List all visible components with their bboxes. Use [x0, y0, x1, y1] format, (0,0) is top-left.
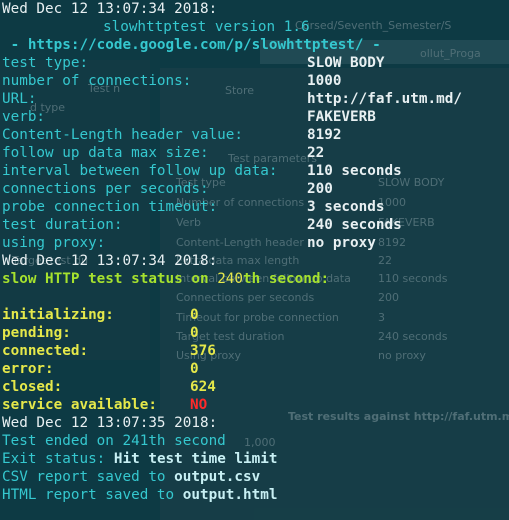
- config-line: connections per seconds: 200: [2, 180, 509, 198]
- config-label: test type:: [2, 55, 89, 71]
- end-timestamp: Wed Dec 12 13:07:35 2018:: [2, 415, 218, 431]
- config-value: 3 seconds: [307, 199, 385, 215]
- counter-value: 0: [190, 361, 199, 377]
- config-line: verb: FAKEVERB: [2, 108, 509, 126]
- config-label: URL:: [2, 91, 37, 107]
- counter-value: 376: [190, 343, 216, 359]
- version-text: slowhttptest version 1.6: [103, 19, 310, 35]
- counter-line: connected: 376: [2, 342, 509, 360]
- config-label: test duration:: [2, 217, 123, 233]
- config-line: number of connections: 1000: [2, 72, 509, 90]
- test-ended-line: Test ended on 241th second: [2, 433, 226, 449]
- counter-value: 0: [190, 307, 199, 323]
- counter-label: connected:: [2, 343, 89, 359]
- csv-report-file: output.csv: [174, 469, 261, 485]
- counter-label: error:: [2, 361, 54, 377]
- status-second: 240: [217, 271, 244, 287]
- counter-value: 0: [190, 325, 199, 341]
- config-line: using proxy: no proxy: [2, 234, 509, 252]
- config-line: follow up data max size: 22: [2, 144, 509, 162]
- config-value: no proxy: [307, 235, 376, 251]
- config-list: test type: SLOW BODY number of connections…: [2, 54, 509, 252]
- csv-report-line: CSV report saved to output.csv: [2, 469, 261, 485]
- config-line: interval between follow up data: 110 seco…: [2, 162, 509, 180]
- counter-value: 624: [190, 379, 216, 395]
- counter-label: pending:: [2, 325, 71, 341]
- config-value: 110 seconds: [307, 163, 402, 179]
- config-line: test duration: 240 seconds: [2, 216, 509, 234]
- config-label: follow up data max size:: [2, 145, 209, 161]
- config-label: number of connections:: [2, 73, 192, 89]
- exit-status-line: Exit status: Hit test time limit: [2, 451, 278, 467]
- config-label: using proxy:: [2, 235, 106, 251]
- config-value: SLOW BODY: [307, 55, 385, 71]
- version-line: slowhttptest version 1.6: [2, 18, 509, 36]
- service-available-line: service available: NO: [2, 396, 509, 414]
- status-timestamp: Wed Dec 12 13:07:34 2018:: [2, 253, 218, 269]
- terminal-output: Wed Dec 12 13:07:34 2018: slowhttptest v…: [2, 0, 509, 504]
- config-value: 240 seconds: [307, 217, 402, 233]
- config-label: interval between follow up data:: [2, 163, 278, 179]
- config-value: 1000: [307, 73, 342, 89]
- config-value: 200: [307, 181, 333, 197]
- counter-label: initializing:: [2, 307, 114, 323]
- exit-status-value: Hit test time limit: [113, 451, 278, 467]
- config-label: probe connection timeout:: [2, 199, 218, 215]
- config-label: verb:: [2, 109, 46, 125]
- config-line: Content-Length header value: 8192: [2, 126, 509, 144]
- config-line: probe connection timeout: 3 seconds: [2, 198, 509, 216]
- config-line: URL: http://faf.utm.md/: [2, 90, 509, 108]
- config-value: http://faf.utm.md/: [307, 91, 462, 107]
- html-report-line: HTML report saved to output.html: [2, 487, 278, 503]
- header-timestamp: Wed Dec 12 13:07:34 2018:: [2, 1, 218, 17]
- service-label: service available:: [2, 397, 157, 413]
- counter-line: error: 0: [2, 360, 509, 378]
- config-value: 22: [307, 145, 325, 161]
- config-value: 8192: [307, 127, 342, 143]
- counter-line: initializing: 0: [2, 306, 509, 324]
- counter-list: initializing: 0 pending: 0 connected: 376 erro…: [2, 306, 509, 396]
- config-label: Content-Length header value:: [2, 127, 244, 143]
- counter-line: closed: 624: [2, 378, 509, 396]
- counter-line: pending: 0: [2, 324, 509, 342]
- counter-label: closed:: [2, 379, 63, 395]
- status-heading: slow HTTP test status on 240th second:: [2, 271, 330, 287]
- html-report-file: output.html: [182, 487, 278, 503]
- project-url-line: - https://code.google.com/p/slowhttptest…: [2, 37, 381, 53]
- service-value: NO: [190, 397, 208, 413]
- config-value: FAKEVERB: [307, 109, 376, 125]
- config-line: test type: SLOW BODY: [2, 54, 509, 72]
- config-label: connections per seconds:: [2, 181, 209, 197]
